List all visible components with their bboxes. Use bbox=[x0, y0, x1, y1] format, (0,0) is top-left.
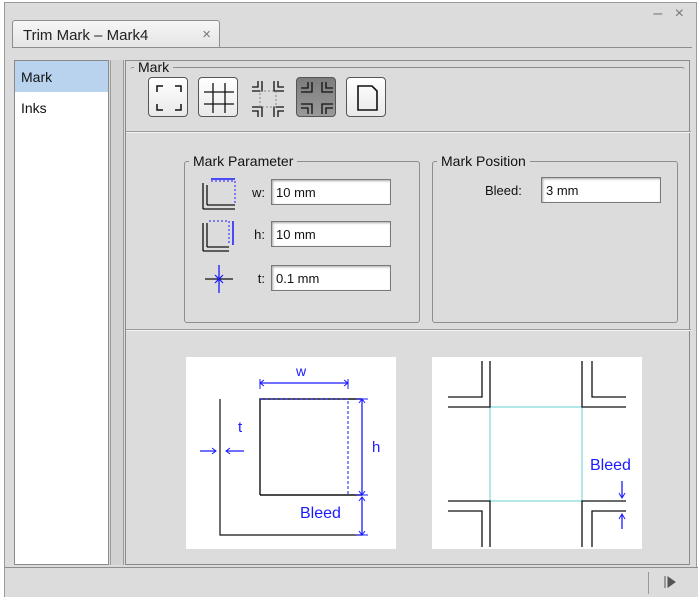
section-divider bbox=[126, 329, 691, 331]
mark-group-legend: Mark bbox=[138, 59, 170, 75]
mark-settings: Mark Mark Parameter w: 10 mm h: 10 mm t:… bbox=[125, 59, 691, 565]
bleed-position-diagram: Bleed bbox=[432, 357, 642, 549]
double-corner-marks-button[interactable] bbox=[246, 77, 286, 117]
mark-width-input[interactable]: 10 mm bbox=[271, 179, 391, 205]
mark-position-legend: Mark Position bbox=[441, 153, 526, 169]
apply-button[interactable] bbox=[648, 572, 690, 594]
param-row-t: t: 0.1 mm bbox=[199, 261, 419, 295]
cross-marks-button[interactable] bbox=[198, 77, 238, 117]
mark-position-group: Mark Position Bleed: 3 mm bbox=[432, 153, 678, 323]
bleed-corner-marks-icon bbox=[301, 82, 333, 114]
mark-parameter-legend: Mark Parameter bbox=[193, 153, 294, 169]
param-row-h: h: 10 mm bbox=[199, 217, 419, 252]
window-controls[interactable]: – × bbox=[653, 5, 688, 23]
diagram-w-label: w bbox=[296, 363, 307, 379]
sidebar: Mark Inks bbox=[14, 60, 109, 565]
w-label: w: bbox=[252, 185, 265, 200]
tab-close-icon[interactable]: × bbox=[202, 26, 211, 43]
page-corner-icon bbox=[357, 85, 378, 111]
diagram-t-label: t bbox=[238, 419, 243, 436]
section-divider bbox=[126, 131, 691, 133]
mark-size-diagram: w h t Bleed bbox=[186, 357, 396, 549]
panel-content: Mark Inks Mark Mark Parameter w: 10 mm h… bbox=[12, 47, 692, 569]
double-corner-marks-icon bbox=[252, 81, 284, 117]
param-row-w: w: 10 mm bbox=[199, 175, 419, 210]
t-label: t: bbox=[257, 271, 265, 286]
cross-marks-icon bbox=[204, 83, 234, 113]
mark-height-icon bbox=[202, 220, 234, 252]
sidebar-item-label: Mark bbox=[21, 69, 53, 85]
tab-title: Trim Mark – Mark4 bbox=[23, 27, 149, 44]
status-bar bbox=[5, 567, 698, 597]
sidebar-item-label: Inks bbox=[21, 100, 47, 116]
tab-trim-mark[interactable]: Trim Mark – Mark4 × bbox=[12, 20, 220, 48]
mark-size-illustration bbox=[200, 379, 368, 536]
diagram-bleed-label: Bleed bbox=[590, 457, 631, 474]
mark-height-input[interactable]: 10 mm bbox=[271, 221, 391, 247]
page-corner-button[interactable] bbox=[346, 77, 386, 117]
bleed-label: Bleed: bbox=[485, 183, 522, 198]
mark-parameter-group: Mark Parameter w: 10 mm h: 10 mm t: 0.1 … bbox=[184, 153, 420, 323]
play-icon bbox=[664, 576, 676, 588]
corner-marks-button[interactable] bbox=[148, 77, 188, 117]
h-label: h: bbox=[254, 227, 265, 242]
mark-width-icon bbox=[202, 178, 236, 210]
sidebar-splitter[interactable] bbox=[110, 60, 124, 565]
mark-thickness-input[interactable]: 0.1 mm bbox=[271, 265, 391, 291]
mark-thickness-icon bbox=[205, 265, 233, 293]
bleed-input[interactable]: 3 mm bbox=[541, 177, 661, 203]
corner-marks-icon bbox=[156, 85, 182, 111]
trim-mark-panel: Trim Mark – Mark4 × – × Mark Inks Mark M… bbox=[4, 2, 698, 597]
bleed-position-illustration bbox=[448, 361, 626, 547]
diagram-h-label: h bbox=[372, 439, 381, 456]
bleed-corner-marks-button[interactable] bbox=[296, 77, 336, 117]
diagram-bleed-label: Bleed bbox=[300, 505, 341, 522]
sidebar-item-inks[interactable]: Inks bbox=[15, 92, 108, 123]
sidebar-item-mark[interactable]: Mark bbox=[15, 61, 108, 92]
